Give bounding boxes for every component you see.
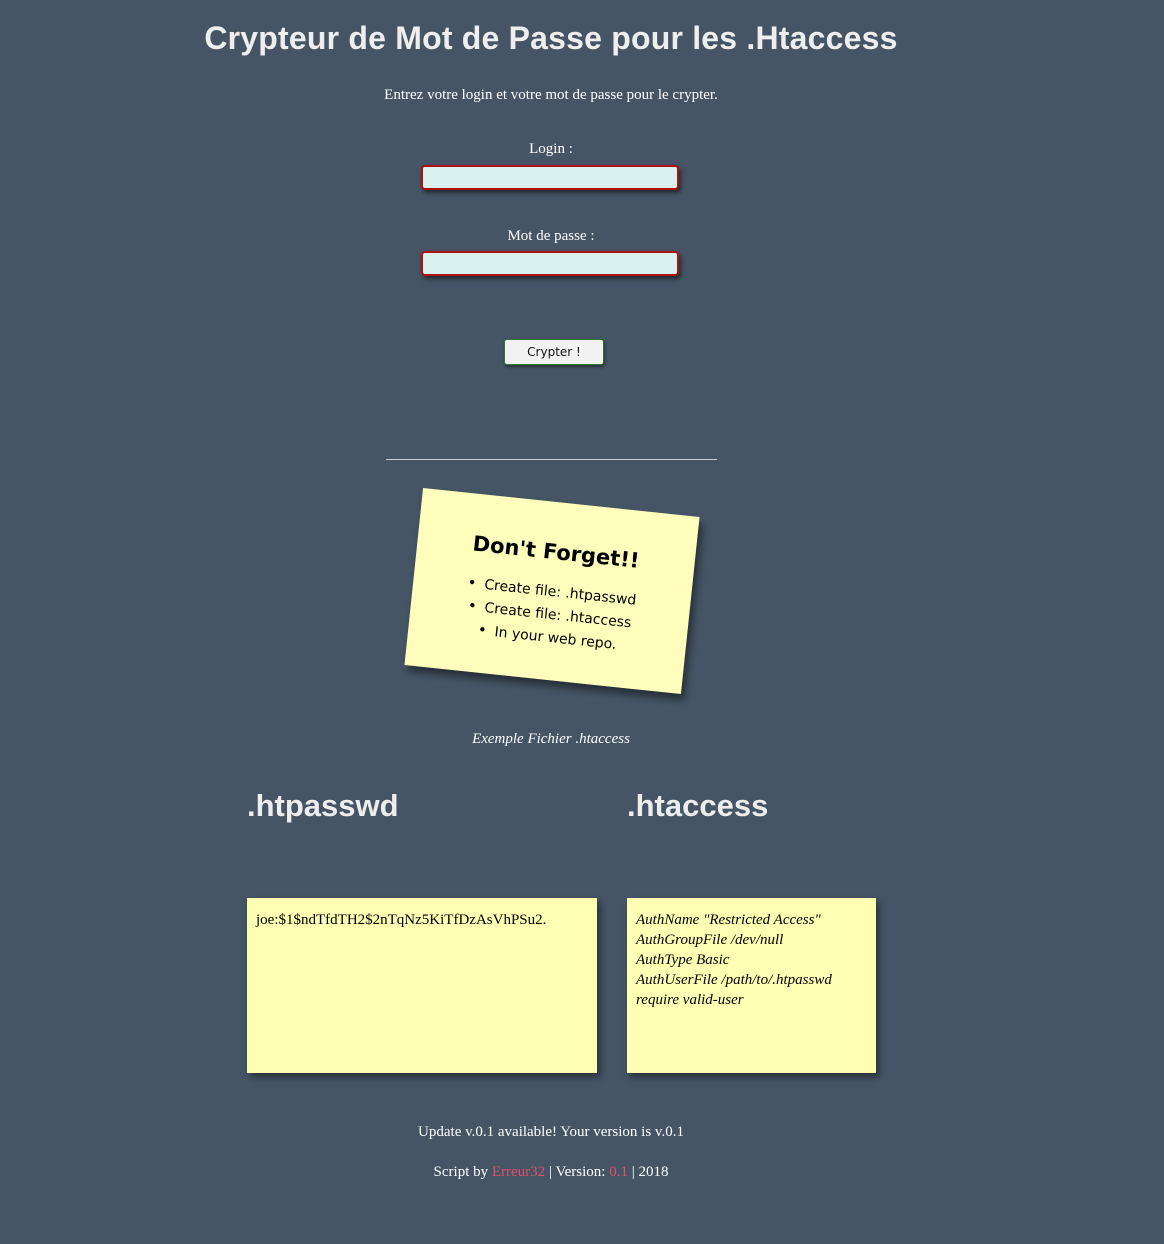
footer-year: 2018 bbox=[638, 1164, 669, 1180]
footer: Script by Erreur32 | Version: 0.1 | 2018 bbox=[0, 1164, 1102, 1181]
login-label: Login : bbox=[529, 141, 573, 157]
divider bbox=[386, 459, 717, 460]
password-label: Mot de passe : bbox=[507, 228, 595, 244]
htaccess-line: AuthUserFile /path/to/.htpasswd bbox=[636, 972, 832, 988]
footer-separator: | bbox=[548, 1164, 552, 1180]
footer-separator: | bbox=[631, 1164, 635, 1180]
crypt-button[interactable]: Crypter ! bbox=[504, 339, 604, 365]
htaccess-example: AuthName "Restricted Access" AuthGroupFi… bbox=[627, 898, 876, 1073]
htaccess-line: require valid-user bbox=[636, 992, 744, 1008]
login-input[interactable] bbox=[421, 165, 679, 190]
htaccess-line: AuthGroupFile /dev/null bbox=[636, 932, 784, 948]
intro-text: Entrez votre login et votre mot de passe… bbox=[384, 87, 718, 103]
htpasswd-line: joe:$1$ndTfdTH2$2nTqNz5KiTfDzAsVhPSu2. bbox=[256, 912, 547, 928]
note-list: Create file: .htpasswd Create file: .hta… bbox=[408, 566, 692, 664]
page-title: Crypteur de Mot de Passe pour les .Htacc… bbox=[204, 20, 898, 56]
author-link[interactable]: Erreur32 bbox=[492, 1164, 545, 1180]
password-input[interactable] bbox=[421, 251, 679, 276]
htpasswd-heading: .htpasswd bbox=[247, 788, 399, 823]
version-number: 0.1 bbox=[609, 1164, 628, 1180]
htaccess-line: AuthType Basic bbox=[636, 952, 730, 968]
htpasswd-example: joe:$1$ndTfdTH2$2nTqNz5KiTfDzAsVhPSu2. bbox=[247, 898, 597, 1073]
htaccess-line: AuthName "Restricted Access" bbox=[636, 912, 821, 928]
footer-version-label: Version: bbox=[555, 1164, 606, 1180]
reminder-note: Don't Forget!! Create file: .htpasswd Cr… bbox=[404, 487, 700, 695]
footer-script-by: Script by bbox=[433, 1164, 489, 1180]
update-notice: Update v.0.1 available! Your version is … bbox=[418, 1124, 684, 1140]
htaccess-heading: .htaccess bbox=[627, 788, 769, 823]
example-caption: Exemple Fichier .htaccess bbox=[472, 731, 630, 747]
